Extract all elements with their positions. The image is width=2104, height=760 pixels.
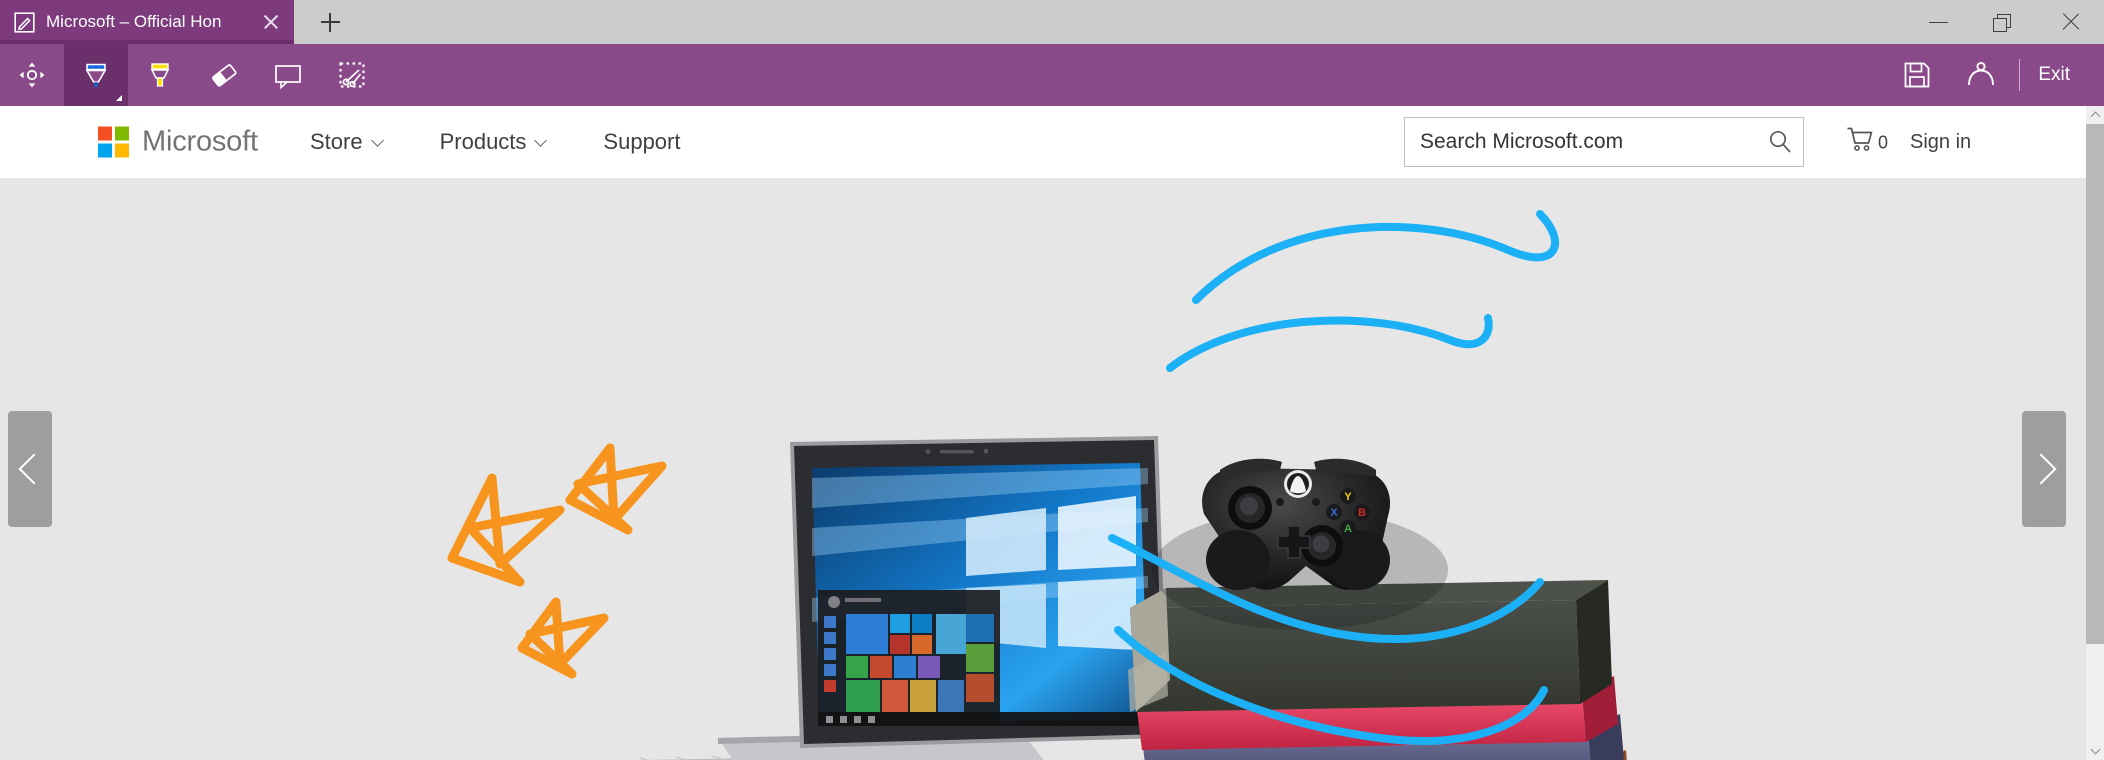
microsoft-logo-squares-icon [98, 126, 129, 158]
tool-note[interactable] [256, 44, 320, 106]
hero-artwork: Y X B A [447, 210, 1627, 760]
primary-nav: Store Products Support [310, 129, 738, 155]
vertical-scrollbar[interactable] [2086, 106, 2104, 760]
microsoft-site-header: Microsoft Store Products Support Search … [0, 106, 2086, 178]
tool-eraser[interactable] [192, 44, 256, 106]
window-controls [1906, 0, 2104, 44]
microsoft-logo[interactable]: Microsoft [98, 125, 258, 158]
windows-start-menu [818, 590, 1000, 726]
chevron-up-icon [2090, 111, 2100, 122]
surface-book-screen [790, 436, 1168, 748]
microsoft-wordmark: Microsoft [142, 125, 258, 158]
chevron-right-icon [2024, 453, 2057, 485]
title-bar: Microsoft – Official Hon [0, 0, 2104, 44]
shopping-cart[interactable]: 0 [1846, 127, 1888, 158]
close-window-button[interactable] [2038, 0, 2104, 44]
search-icon[interactable] [1757, 118, 1803, 166]
restore-icon-front [1993, 18, 2007, 32]
tool-clip[interactable] [320, 44, 384, 106]
restore-button[interactable] [1972, 0, 2038, 44]
carousel-next-button[interactable] [2022, 411, 2066, 527]
cart-count: 0 [1878, 132, 1889, 152]
close-tab-icon[interactable] [258, 9, 284, 35]
svg-text:A: A [1344, 523, 1352, 535]
scroll-down-button[interactable] [2086, 742, 2104, 760]
new-tab-button[interactable] [294, 0, 366, 44]
save-icon[interactable] [1885, 44, 1949, 106]
hero-banner: Y X B A [0, 178, 2086, 760]
xbox-controller: Y X B A [1152, 458, 1448, 630]
chevron-down-icon [2090, 744, 2100, 755]
ink-stars [447, 443, 667, 679]
browser-tab[interactable]: Microsoft – Official Hon [0, 0, 294, 44]
nav-item-support-label: Support [603, 129, 681, 154]
tool-touch-writing[interactable] [0, 44, 64, 106]
nav-item-products-label: Products [439, 129, 527, 154]
exit-button[interactable]: Exit [2032, 44, 2104, 106]
search-box[interactable] [1404, 117, 1804, 167]
web-note-toolbar: Exit [0, 44, 2104, 106]
sign-in-link[interactable]: Sign in [1910, 130, 1971, 154]
scroll-up-button[interactable] [2086, 106, 2104, 124]
chevron-down-icon [534, 133, 548, 147]
toolbar-divider [2019, 59, 2021, 91]
share-icon[interactable] [1949, 44, 2013, 106]
nav-item-products[interactable]: Products [439, 129, 548, 155]
nav-item-store[interactable]: Store [310, 129, 384, 155]
search-input[interactable] [1405, 119, 1757, 165]
shopping-cart-icon [1846, 127, 1875, 158]
carousel-prev-button[interactable] [8, 411, 52, 527]
scrollbar-thumb[interactable] [2086, 124, 2104, 644]
nav-item-support[interactable]: Support [603, 129, 680, 155]
edge-note-icon [14, 11, 35, 33]
chevron-down-icon [370, 133, 384, 147]
nav-item-store-label: Store [310, 129, 363, 154]
svg-text:B: B [1358, 507, 1366, 519]
svg-text:Y: Y [1344, 491, 1352, 503]
web-note-actions: Exit [1885, 44, 2104, 106]
chevron-left-icon [17, 453, 50, 485]
minimize-button[interactable] [1906, 0, 1972, 44]
browser-window: Microsoft – Official Hon Exit Microsoft … [0, 0, 2104, 760]
page-viewport: Microsoft Store Products Support Search … [0, 106, 2086, 760]
tool-highlighter[interactable] [128, 44, 192, 106]
pen-options-caret[interactable] [116, 95, 122, 101]
tool-pen[interactable] [64, 44, 128, 106]
svg-text:X: X [1330, 507, 1338, 519]
tab-title: Microsoft – Official Hon [46, 12, 222, 31]
